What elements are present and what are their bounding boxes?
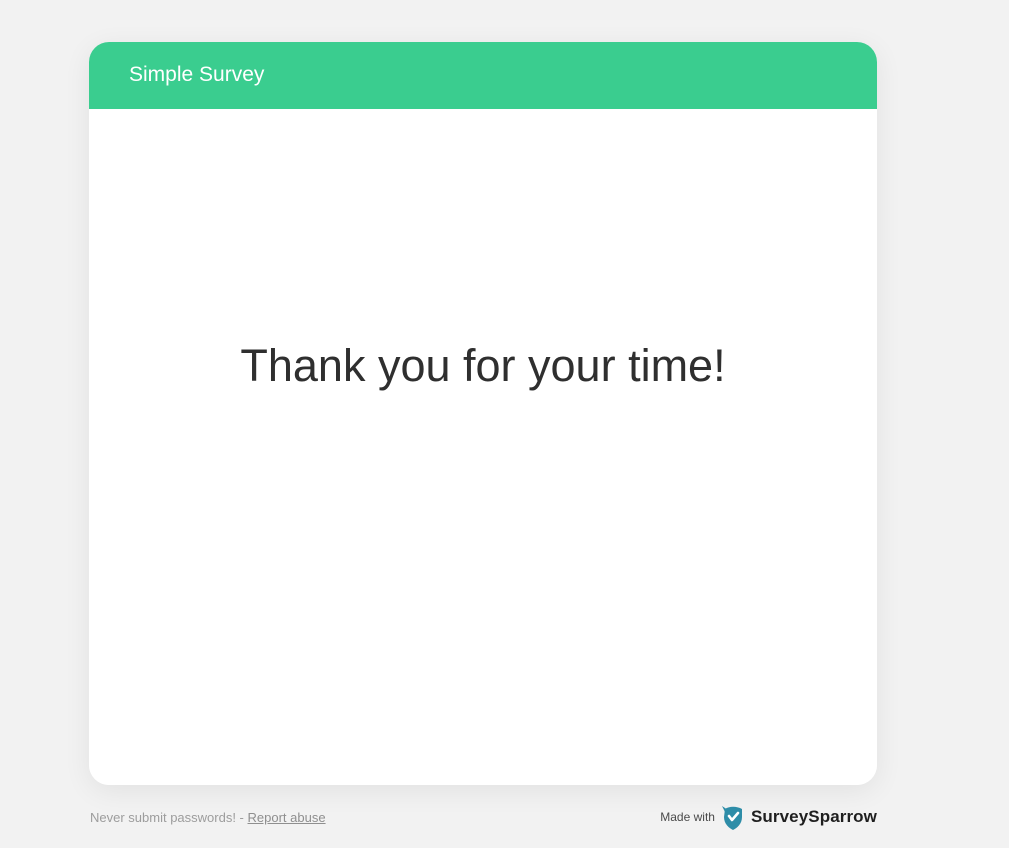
made-with-badge[interactable]: Made with SurveySparrow bbox=[660, 801, 877, 833]
survey-header: Simple Survey bbox=[89, 42, 877, 109]
password-warning-text: Never submit passwords! - bbox=[90, 810, 244, 825]
page: Simple Survey Thank you for your time! N… bbox=[0, 0, 1009, 848]
surveysparrow-logo-icon bbox=[721, 803, 745, 831]
thank-you-message: Thank you for your time! bbox=[240, 340, 726, 391]
survey-card: Simple Survey Thank you for your time! bbox=[89, 42, 877, 785]
brand-name: SurveySparrow bbox=[750, 807, 877, 826]
footer-warning: Never submit passwords! - Report abuse bbox=[90, 808, 326, 828]
survey-body: Thank you for your time! bbox=[89, 109, 877, 785]
survey-title: Simple Survey bbox=[129, 63, 265, 86]
report-abuse-link[interactable]: Report abuse bbox=[248, 810, 326, 825]
made-with-label: Made with bbox=[660, 810, 715, 824]
